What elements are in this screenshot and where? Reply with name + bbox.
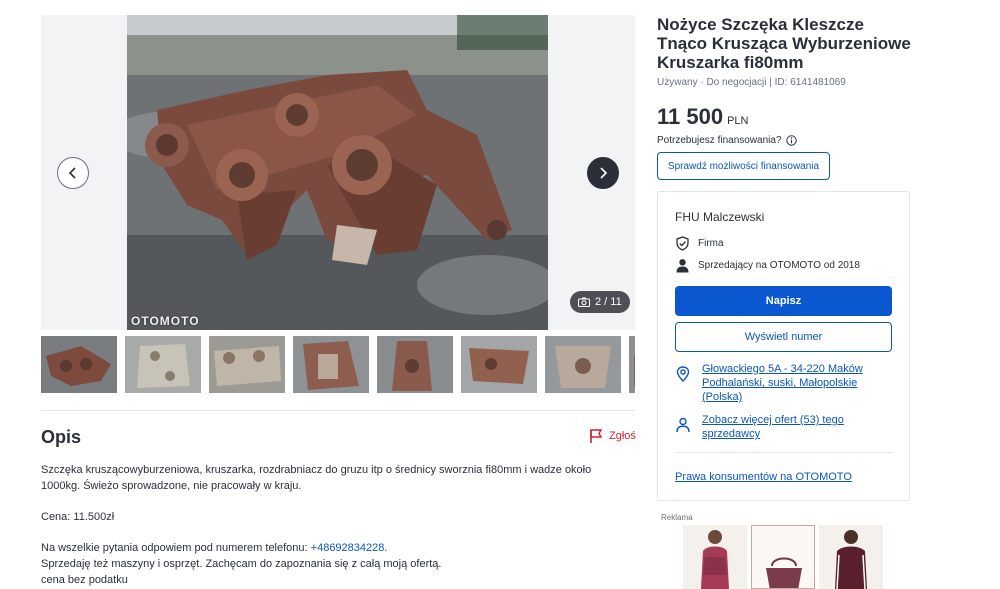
ad-banner[interactable] xyxy=(683,525,883,589)
thumbnail[interactable] xyxy=(41,336,117,393)
info-icon[interactable] xyxy=(785,135,797,146)
thumbnail[interactable] xyxy=(209,336,285,393)
financing-question: Potrzebujesz finansowania? xyxy=(657,135,797,146)
seller-since-row: Sprzedający na OTOMOTO od 2018 xyxy=(675,258,860,273)
photo-counter-text: 2 / 11 xyxy=(595,296,622,308)
price-value: 11 500 xyxy=(657,104,724,129)
thumbnail[interactable] xyxy=(377,336,453,393)
next-photo-button[interactable] xyxy=(587,157,619,189)
listing-meta: Używany · Do negocjacji | ID: 6141481069 xyxy=(657,77,846,88)
thumbnail[interactable] xyxy=(545,336,621,393)
thumbnail[interactable] xyxy=(629,336,635,393)
check-financing-button[interactable]: Sprawdź możliwości finansowania xyxy=(657,152,830,180)
seller-name: FHU Malczewski xyxy=(675,210,765,224)
main-photo[interactable]: OTOMOTO xyxy=(127,15,548,330)
thumbnail[interactable] xyxy=(461,336,537,393)
crusher-jaw-photo xyxy=(127,15,548,330)
write-message-button[interactable]: Napisz xyxy=(675,286,892,316)
listing-title: Nożyce Szczęka Kleszcze Tnąco Krusząca W… xyxy=(657,15,911,72)
more-offers-link[interactable]: Zobacz więcej ofert (53) tego sprzedawcy xyxy=(702,413,895,441)
show-number-button[interactable]: Wyświetl numer xyxy=(675,322,892,352)
thumbnail[interactable] xyxy=(125,336,201,393)
price-currency: PLN xyxy=(727,115,749,127)
report-label: Zgłoś xyxy=(609,430,636,442)
ad-image[interactable] xyxy=(683,525,747,589)
user-outline-icon xyxy=(676,417,690,433)
description-body: Szczęka kruszącowyburzeniowa, kruszarka,… xyxy=(41,462,621,588)
thumbnail-strip xyxy=(41,336,635,393)
seller-type-row: Firma xyxy=(675,236,724,251)
shield-check-icon xyxy=(676,236,689,251)
financing-question-text: Potrzebujesz finansowania? xyxy=(657,135,782,146)
chevron-right-icon xyxy=(600,167,608,179)
seller-card-divider xyxy=(675,452,892,453)
description-offer-line: Sprzedaję też maszyny i osprzęt. Zachęca… xyxy=(41,558,442,570)
section-divider xyxy=(41,410,635,411)
seller-since: Sprzedający na OTOMOTO od 2018 xyxy=(698,260,860,271)
seller-address-link[interactable]: Głowackiego 5A - 34-220 Maków Podhalańsk… xyxy=(702,362,895,404)
flag-icon xyxy=(590,429,603,443)
consumer-rights-link[interactable]: Prawa konsumentów na OTOMOTO xyxy=(675,471,852,483)
thumbnail[interactable] xyxy=(293,336,369,393)
seller-address-row: Głowackiego 5A - 34-220 Maków Podhalańsk… xyxy=(675,362,895,404)
previous-photo-button[interactable] xyxy=(57,157,89,189)
description-contact-line: Na wszelkie pytania odpowiem pod numerem… xyxy=(41,542,388,554)
ad-image[interactable] xyxy=(819,525,883,589)
price: 11 500 PLN xyxy=(657,104,748,130)
description-price-line: Cena: 11.500zł xyxy=(41,511,115,523)
user-icon xyxy=(676,259,689,273)
photo-gallery[interactable]: OTOMOTO 2 / 11 xyxy=(41,15,635,330)
description-paragraph: Szczęka kruszącowyburzeniowa, kruszarka,… xyxy=(41,464,592,492)
camera-icon xyxy=(578,297,590,307)
more-offers-row: Zobacz więcej ofert (53) tego sprzedawcy xyxy=(675,413,895,441)
chevron-left-icon xyxy=(68,167,76,179)
seller-type: Firma xyxy=(698,238,724,249)
seller-card: FHU Malczewski Firma Sprzedający na OTOM… xyxy=(657,191,910,501)
description-title: Opis xyxy=(41,427,82,447)
ad-image[interactable] xyxy=(751,525,815,589)
photo-counter: 2 / 11 xyxy=(570,291,630,313)
phone-number-link[interactable]: +48692834228 xyxy=(311,542,385,554)
description-net-line: cena bez podatku xyxy=(41,574,128,586)
ad-label: Reklama xyxy=(661,513,693,522)
otomoto-watermark: OTOMOTO xyxy=(131,314,200,328)
report-button[interactable]: Zgłoś xyxy=(588,428,636,444)
location-pin-icon xyxy=(676,366,690,382)
